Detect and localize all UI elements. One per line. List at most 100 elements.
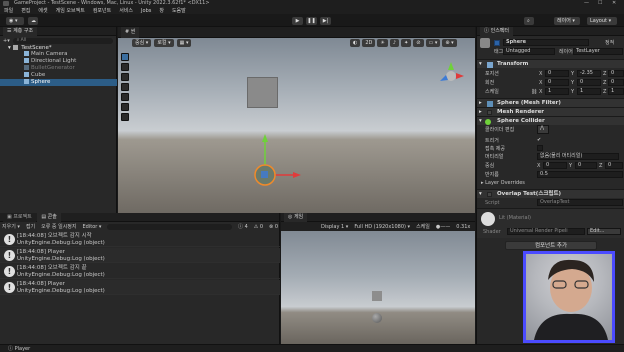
rotation-y-field[interactable]: 0 [577, 79, 601, 86]
custom-tool-icon[interactable] [121, 113, 129, 121]
display-dropdown[interactable]: Display 1 ▾ [321, 224, 348, 230]
play-icon[interactable]: ▶ [292, 17, 303, 25]
rotate-tool-icon[interactable] [121, 73, 129, 81]
transform-tool-icon[interactable] [121, 103, 129, 111]
log-filter-button[interactable]: ⓘ 4 [238, 224, 248, 230]
step-icon[interactable]: ▶| [320, 17, 331, 25]
shader-edit-button[interactable]: Edit... [587, 228, 621, 235]
material-field[interactable]: 없음(물리 머티리얼) [537, 153, 619, 160]
cloud-button[interactable]: ☁ [28, 17, 38, 25]
script-enabled-checkbox[interactable] [487, 192, 492, 197]
console-search-input[interactable] [107, 224, 232, 230]
move-tool-icon[interactable] [121, 63, 129, 71]
center-z-field[interactable]: 0 [605, 162, 623, 169]
move-gizmo[interactable] [243, 102, 313, 192]
position-x-field[interactable]: 0 [545, 70, 569, 77]
menu-assets[interactable]: 에셋 [38, 8, 47, 14]
collapse-button[interactable]: 접기 [26, 224, 35, 230]
mesh-renderer-header[interactable]: ▸ Mesh Renderer [477, 107, 624, 116]
tab-game[interactable]: ◎ 게임 [284, 213, 308, 222]
console-log-row[interactable]: ! [18:44:08] Player UnityEngine.Debug:Lo… [0, 248, 280, 263]
radius-field[interactable]: 0.5 [537, 171, 623, 178]
audio-button[interactable]: ♪ [389, 39, 400, 47]
menu-gameobject[interactable]: 게임 오브젝트 [56, 8, 85, 14]
orientation-gizmo[interactable] [436, 59, 466, 93]
scale-x-field[interactable]: 1 [545, 88, 569, 95]
warning-filter-button[interactable]: ⚠ 0 [254, 224, 263, 230]
console-log-row[interactable]: ! [18:44:08] 오브젝트 감지 끝 UnityEngine.Debug… [0, 264, 280, 279]
scale-y-field[interactable]: 1 [577, 88, 601, 95]
hand-tool-icon[interactable] [121, 53, 129, 61]
layers-dropdown[interactable]: 레이어 ▾ [554, 17, 580, 25]
grid-snap-button[interactable]: ▦ ▾ [176, 39, 192, 47]
menu-edit[interactable]: 편집 [21, 8, 30, 14]
transform-header[interactable]: ▾ Transform [477, 59, 624, 68]
effects-button[interactable]: ✦ [401, 39, 412, 47]
shading-button[interactable]: ◐ [350, 39, 361, 47]
object-name-field[interactable]: Sphere [503, 39, 589, 46]
mesh-renderer-checkbox[interactable] [487, 110, 492, 115]
pivot-dropdown[interactable]: 중심 ▾ [132, 39, 152, 47]
mesh-filter-header[interactable]: ▸ Sphere (Mesh Filter) [477, 98, 624, 107]
menu-file[interactable]: 파일 [4, 8, 13, 14]
tab-inspector[interactable]: ⓘ 인스펙터 [480, 27, 513, 36]
hierarchy-item-main-camera[interactable]: Main Camera [24, 51, 67, 58]
close-icon[interactable]: ✕ [612, 0, 616, 6]
space-dropdown[interactable]: 로컬 ▾ [154, 39, 174, 47]
rect-tool-icon[interactable] [121, 93, 129, 101]
trigger-checkbox[interactable]: ✔ [537, 137, 541, 143]
script-component-header[interactable]: ▾ Overlap Test(스크립트) [477, 189, 624, 198]
maximize-icon[interactable]: ☐ [598, 0, 602, 6]
rotation-x-field[interactable]: 0 [545, 79, 569, 86]
position-y-field[interactable]: -2.35 [577, 70, 601, 77]
center-x-field[interactable]: 0 [543, 162, 567, 169]
tab-scene[interactable]: # 씬 [121, 27, 140, 38]
error-filter-button[interactable]: ⊗ 0 [269, 224, 278, 230]
hierarchy-item-sphere[interactable]: Sphere [0, 79, 117, 86]
pause-icon[interactable]: ❚❚ [306, 17, 317, 25]
hidden-objects-button[interactable]: ⊘ [413, 39, 424, 47]
layer-overrides-foldout[interactable]: ▸ Layer Overrides [481, 180, 525, 186]
hierarchy-search-input[interactable]: ⌕ All [12, 37, 113, 44]
layout-dropdown[interactable]: Layout ▾ [587, 17, 617, 25]
console-log-row[interactable]: ! [18:44:08] 오브젝트 감지 시작 UnityEngine.Debu… [0, 232, 280, 247]
scale-slider[interactable]: ●—— [436, 224, 450, 230]
tab-hierarchy[interactable]: ☰ 계층 구조 [3, 27, 38, 36]
layer-dropdown[interactable]: TestLayer [573, 48, 623, 55]
rotation-z-field[interactable]: 0 [608, 79, 624, 86]
view-2d-button[interactable]: 2D [362, 39, 376, 47]
menu-jobs[interactable]: Jobs [141, 8, 151, 14]
edit-collider-button[interactable]: ⋀ [537, 125, 549, 134]
menu-help[interactable]: 도움말 [172, 8, 186, 14]
tab-console[interactable]: ▤ 콘솔 [37, 213, 61, 222]
minimize-icon[interactable]: — [584, 0, 589, 6]
scale-z-field[interactable]: 1 [608, 88, 624, 95]
static-toggle[interactable]: 정적 [605, 40, 614, 46]
center-y-field[interactable]: 0 [575, 162, 597, 169]
error-pause-button[interactable]: 오류 중 일시정지 [41, 224, 76, 230]
menu-component[interactable]: 컴포넌트 [93, 8, 111, 14]
add-component-button[interactable]: 컴포넌트 추가 [505, 241, 597, 250]
account-button[interactable]: ◉ ▾ [6, 17, 24, 25]
hierarchy-item-cube[interactable]: Cube [24, 72, 45, 79]
hierarchy-item-bullet-generator[interactable]: BulletGenerator [24, 65, 75, 72]
status-text[interactable]: Player [15, 346, 31, 352]
tab-project[interactable]: ▣ 프로젝트 [3, 213, 36, 222]
tag-dropdown[interactable]: Untagged [503, 48, 555, 55]
search-button[interactable]: ⌕ [524, 17, 534, 25]
shader-dropdown[interactable]: Universal Render Pipeli [507, 228, 585, 235]
lighting-button[interactable]: ☀ [377, 39, 388, 47]
scale-tool-icon[interactable] [121, 83, 129, 91]
menu-window[interactable]: 창 [159, 8, 164, 14]
editor-dropdown[interactable]: Editor ▾ [83, 224, 102, 230]
game-viewport[interactable] [281, 231, 475, 344]
gizmos-button[interactable]: ⊕ ▾ [442, 39, 457, 47]
sphere-collider-header[interactable]: ▾ Sphere Collider [477, 116, 624, 125]
clear-button[interactable]: 지우기 ▾ [2, 224, 20, 230]
camera-button[interactable]: ▭ ▾ [425, 39, 441, 47]
hierarchy-item-directional-light[interactable]: Directional Light [24, 58, 76, 65]
scale-link-icon[interactable]: ⛓ [531, 89, 537, 95]
contact-checkbox[interactable] [537, 145, 543, 151]
active-checkbox[interactable] [494, 40, 500, 46]
position-z-field[interactable]: 0 [608, 70, 624, 77]
